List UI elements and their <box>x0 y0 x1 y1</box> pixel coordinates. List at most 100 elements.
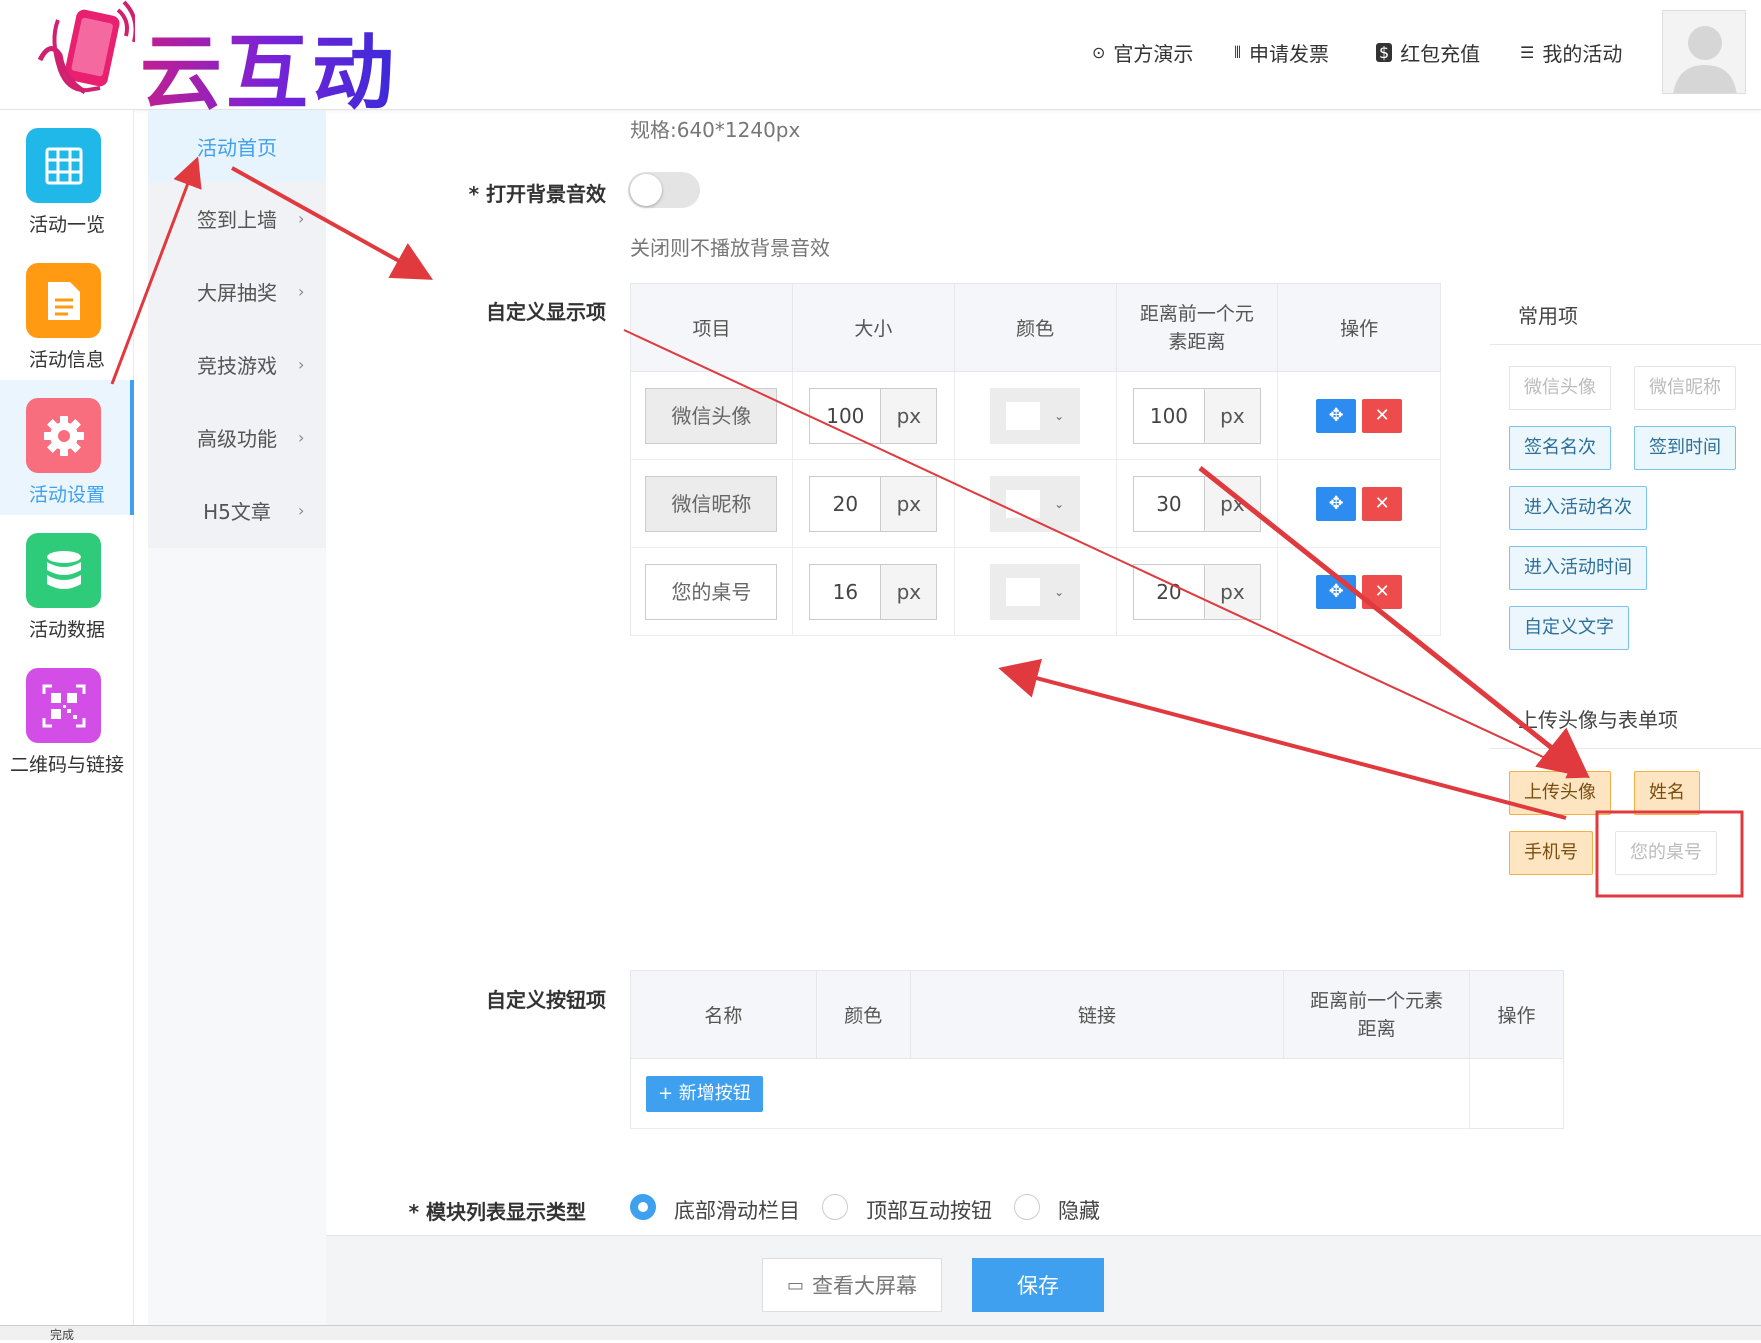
grid-icon <box>26 128 101 203</box>
col-header: 距离前一个元素距离 <box>1116 283 1279 372</box>
gear-icon <box>26 398 101 473</box>
nav-invoice[interactable]: ⦀ 申请发票 <box>1234 38 1329 67</box>
color-picker[interactable]: ⌄ <box>990 563 1081 620</box>
status-text: 完成 <box>50 1328 75 1342</box>
sidebar-item-activity-settings[interactable]: 活动设置 <box>0 380 134 515</box>
upload-item-avatar[interactable]: 上传头像 <box>1509 771 1611 815</box>
size-value[interactable]: 16 <box>810 564 881 619</box>
logo-phone-icon <box>37 0 135 95</box>
color-swatch <box>1006 401 1041 430</box>
chevron-down-icon: ⌄ <box>1054 496 1065 511</box>
play-circle-icon: ⊙ <box>1092 43 1106 62</box>
col-header: 名称 <box>630 970 817 1059</box>
size-input[interactable]: 100 px <box>809 387 938 444</box>
secondary-sidebar: 活动首页 签到上墙 › 大屏抽奖 › 竞技游戏 › 高级功能 › H5文章 › <box>148 110 326 1340</box>
upload-item-table-number[interactable]: 您的桌号 <box>1615 831 1717 875</box>
chevron-down-icon: ⌄ <box>1054 584 1065 599</box>
common-item-enter-rank[interactable]: 进入活动名次 <box>1509 486 1647 530</box>
unit-label: px <box>880 564 937 619</box>
chevron-right-icon: › <box>298 427 305 447</box>
move-icon[interactable]: ✥ <box>1316 398 1357 433</box>
col-header: 大小 <box>792 283 955 372</box>
spec-text: 规格:640*1240px <box>630 118 801 142</box>
size-value[interactable]: 20 <box>810 476 881 531</box>
subnav-item-home[interactable]: 活动首页 <box>148 110 326 182</box>
chevron-down-icon: ⌄ <box>1054 408 1065 423</box>
primary-sidebar: 活动一览 活动信息 活动设置 活动数据 二维码与链接 <box>0 110 134 1340</box>
bg-sound-toggle[interactable] <box>628 172 700 208</box>
subnav-item-checkin-wall[interactable]: 签到上墙 › <box>148 182 326 254</box>
size-input[interactable]: 20 px <box>809 475 938 532</box>
distance-input[interactable]: 20 px <box>1132 563 1261 620</box>
common-item-enter-time[interactable]: 进入活动时间 <box>1509 546 1647 590</box>
bg-sound-hint: 关闭则不播放背景音效 <box>630 236 830 260</box>
header: 云互动 ⊙ 官方演示 ⦀ 申请发票 $ 红包充值 ☰ 我的活动 <box>0 0 1761 121</box>
col-header: 操作 <box>1277 283 1441 372</box>
common-item-wechat-nickname[interactable]: 微信昵称 <box>1634 366 1736 410</box>
list-icon: ☰ <box>1520 43 1535 62</box>
table-row: 微信昵称 20 px ⌄ 30 px ✥ ✕ <box>630 459 1441 548</box>
save-button[interactable]: 保存 <box>972 1258 1104 1312</box>
database-icon <box>26 533 101 608</box>
browser-status-bar: 完成 <box>0 1325 1761 1342</box>
item-name-field[interactable]: 您的桌号 <box>645 563 778 620</box>
color-picker[interactable]: ⌄ <box>990 475 1081 532</box>
sidebar-item-activity-info[interactable]: 活动信息 <box>0 245 134 380</box>
close-icon[interactable]: ✕ <box>1362 574 1403 609</box>
distance-value[interactable]: 100 <box>1133 388 1204 443</box>
subnav-item-advanced[interactable]: 高级功能 › <box>148 401 326 473</box>
nav-official-demo[interactable]: ⊙ 官方演示 <box>1092 38 1193 67</box>
close-icon[interactable]: ✕ <box>1362 486 1403 521</box>
col-header: 距离前一个元素距离 <box>1283 970 1471 1059</box>
subnav-item-games[interactable]: 竞技游戏 › <box>148 328 326 400</box>
distance-value[interactable]: 30 <box>1133 476 1204 531</box>
user-silhouette-icon <box>1673 26 1737 93</box>
color-picker[interactable]: ⌄ <box>990 387 1081 444</box>
move-icon[interactable]: ✥ <box>1316 486 1357 521</box>
upload-item-phone[interactable]: 手机号 <box>1509 831 1593 875</box>
color-swatch <box>1006 489 1041 518</box>
close-icon[interactable]: ✕ <box>1362 398 1403 433</box>
radio-top-buttons[interactable] <box>822 1194 848 1220</box>
upload-items-title: 上传头像与表单项 <box>1518 708 1678 732</box>
view-big-screen-button[interactable]: ▭ 查看大屏幕 <box>762 1258 942 1312</box>
nav-my-activities[interactable]: ☰ 我的活动 <box>1520 38 1622 67</box>
sidebar-item-activity-overview[interactable]: 活动一览 <box>0 110 134 245</box>
move-icon[interactable]: ✥ <box>1316 574 1357 609</box>
display-items-table: 项目 大小 颜色 距离前一个元素距离 操作 微信头像 100 px ⌄ 100 px… <box>630 283 1441 636</box>
common-item-custom-text[interactable]: 自定义文字 <box>1509 606 1629 650</box>
nav-recharge[interactable]: $ 红包充值 <box>1376 38 1480 67</box>
divider <box>1490 344 1761 345</box>
add-button[interactable]: + 新增按钮 <box>646 1075 763 1112</box>
col-header: 操作 <box>1469 970 1564 1059</box>
sidebar-item-label: 活动信息 <box>28 349 105 371</box>
qrcode-icon <box>26 668 101 743</box>
common-item-sign-time[interactable]: 签到时间 <box>1634 426 1736 470</box>
document-icon <box>26 263 101 338</box>
sidebar-item-activity-data[interactable]: 活动数据 <box>0 515 134 650</box>
unit-label: px <box>1203 476 1260 531</box>
module-type-label: * 模块列表显示类型 <box>408 1200 586 1224</box>
subnav-label: 活动首页 <box>197 135 277 160</box>
common-item-sign-rank[interactable]: 签名名次 <box>1509 426 1611 470</box>
size-value[interactable]: 100 <box>810 388 881 443</box>
subnav-label: 大屏抽奖 <box>197 280 277 305</box>
logo-text: 云互动 <box>140 6 398 125</box>
size-input[interactable]: 16 px <box>809 563 938 620</box>
item-name-field[interactable]: 微信头像 <box>645 387 778 444</box>
item-name-field[interactable]: 微信昵称 <box>645 475 778 532</box>
radio-bottom-slider[interactable] <box>630 1194 656 1220</box>
user-avatar[interactable] <box>1662 10 1746 94</box>
distance-input[interactable]: 30 px <box>1132 475 1261 532</box>
distance-value[interactable]: 20 <box>1133 564 1204 619</box>
subnav-label: H5文章 <box>203 499 271 524</box>
distance-input[interactable]: 100 px <box>1132 387 1261 444</box>
upload-item-name[interactable]: 姓名 <box>1634 771 1700 815</box>
subnav-item-h5-articles[interactable]: H5文章 › <box>148 474 326 546</box>
common-item-wechat-avatar[interactable]: 微信头像 <box>1509 366 1611 410</box>
color-swatch <box>1006 577 1041 606</box>
laptop-icon: ▭ <box>786 1274 804 1296</box>
radio-hidden[interactable] <box>1014 1194 1040 1220</box>
sidebar-item-qrcode-links[interactable]: 二维码与链接 <box>0 650 134 785</box>
subnav-item-lottery[interactable]: 大屏抽奖 › <box>148 255 326 327</box>
